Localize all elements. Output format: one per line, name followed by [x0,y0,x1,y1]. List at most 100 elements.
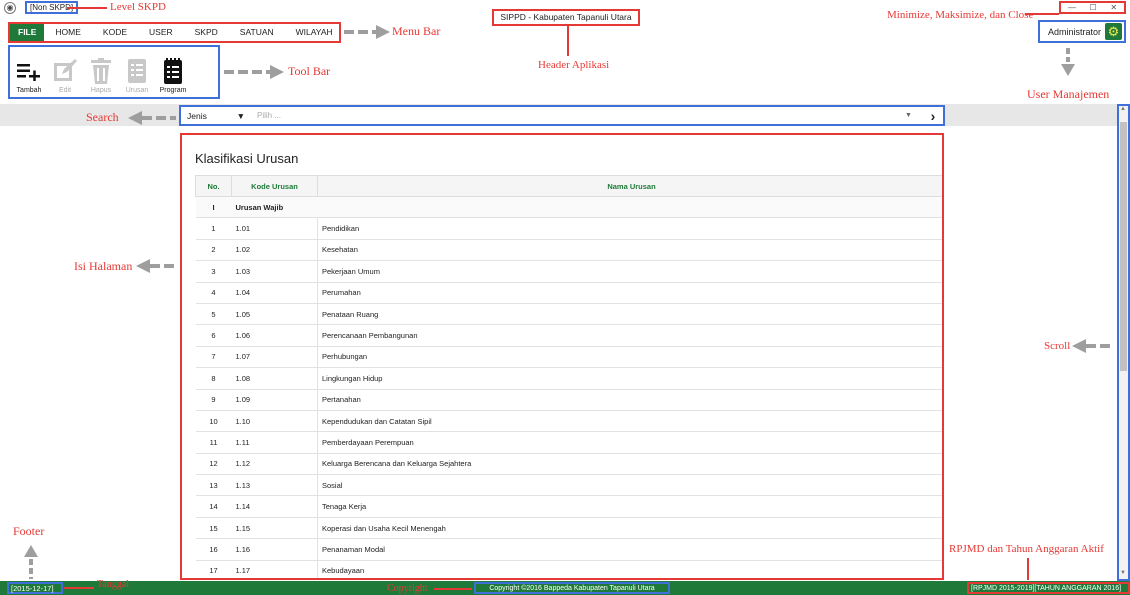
cell-kode: 1.06 [231,324,318,347]
cell-nama: Pertanahan [317,388,942,411]
menu-file[interactable]: FILE [10,24,45,41]
level-annotation-arrow [67,7,107,9]
cell-no: 1 [195,217,232,240]
close-button[interactable]: ✕ [1110,3,1117,12]
table-row[interactable]: 4 1.04 Perumahan [195,281,942,304]
trash-icon [88,58,114,84]
cell-no: 11 [195,431,232,454]
cell-no: 9 [195,388,232,411]
menu-skpd[interactable]: SKPD [184,24,229,41]
menu-annotation-arrowhead [376,25,390,39]
table-row[interactable]: 14 1.14 Tenaga Kerja [195,495,942,518]
footer-annotation: Footer [13,524,45,538]
chevron-down-icon: ▼ [236,110,245,121]
user-menu[interactable]: Administrator ⚙ [1038,20,1126,43]
cell-nama: Tenaga Kerja [317,495,942,518]
cell-kode: 1.15 [231,516,318,540]
column-header-no[interactable]: No. [195,175,232,197]
edit-icon [52,58,78,84]
cell-kode: 1.10 [231,409,318,433]
urusan-button[interactable]: Urusan [122,58,152,94]
cell-kode: 1.12 [231,452,318,476]
cell-no: 7 [195,345,232,369]
table-row[interactable]: 2 1.02 Kesehatan [195,238,942,262]
table-row[interactable]: 13 1.13 Sosial [195,474,942,497]
toolbar: Tambah Edit Hapus Urusan Program [8,45,220,99]
minimize-button[interactable]: — [1068,3,1076,12]
scroll-down-icon[interactable]: ▼ [1120,570,1126,576]
table-row[interactable]: 15 1.15 Koperasi dan Usaha Kecil Menengah [195,516,942,540]
search-annotation-arrow [142,116,176,120]
window-controls-annotation-arrow [1025,13,1059,15]
gear-icon[interactable]: ⚙ [1105,23,1122,40]
cell-nama: Keluarga Berencana dan Keluarga Sejahter… [317,452,942,476]
menu-kode[interactable]: KODE [92,24,138,41]
copyright-annotation-arrow [434,588,472,590]
scroll-annotation-arrow [1086,344,1114,348]
search-type-select[interactable]: Jenis ▼ [181,111,251,121]
user-annotation: User Manajemen [1027,87,1110,101]
cell-no: 6 [195,324,232,347]
cell-kode: 1.09 [231,388,318,411]
tambah-label: Tambah [16,87,42,94]
cell-nama: Koperasi dan Usaha Kecil Menengah [317,516,942,540]
table-row[interactable]: 10 1.10 Kependudukan dan Catatan Sipil [195,409,942,433]
search-annotation-arrowhead [128,111,142,125]
notebook-icon [160,58,186,84]
program-label: Program [159,87,187,94]
cell-nama: Perhubungan [317,345,942,369]
menu-wilayah[interactable]: WILAYAH [285,24,344,41]
table-row[interactable]: 12 1.12 Keluarga Berencana dan Keluarga Se… [195,452,942,476]
program-button[interactable]: Program [158,58,188,94]
cell-kode: 1.16 [231,538,318,561]
search-input[interactable]: Pilih ... [251,111,905,120]
cell-no: 5 [195,302,232,326]
hapus-button[interactable]: Hapus [86,58,116,94]
search-bar: Jenis ▼ Pilih ... ▼ › [179,105,945,126]
app-logo-icon: ◉ [4,2,16,14]
table-row[interactable]: 9 1.09 Pertanahan [195,388,942,411]
menu-satuan[interactable]: SATUAN [229,24,285,41]
cell-kode: 1.13 [231,474,318,497]
table-row[interactable]: 16 1.16 Penanaman Modal [195,538,942,561]
table-row[interactable]: 11 1.11 Pemberdayaan Perempuan [195,431,942,454]
search-annotation: Search [86,110,119,124]
table-row[interactable]: 6 1.06 Perencanaan Pembangunan [195,324,942,347]
column-header-kode[interactable]: Kode Urusan [231,175,318,197]
table-row[interactable]: 5 1.05 Penataan Ruang [195,302,942,326]
scroll-up-icon[interactable]: ▲ [1120,106,1126,112]
tambah-button[interactable]: Tambah [14,58,44,94]
copyright-label: Copyright ©2016 Bappeda Kabupaten Tapanu… [474,582,670,594]
menu-user[interactable]: USER [138,24,184,41]
table-row[interactable]: 3 1.03 Pekerjaan Umum [195,260,942,283]
cell-nama: Pekerjaan Umum [317,260,942,283]
scroll-thumb[interactable] [1120,122,1127,371]
table-row[interactable]: 7 1.07 Perhubungan [195,345,942,369]
content-panel: Klasifikasi Urusan No. Kode Urusan Nama … [180,133,944,580]
edit-button[interactable]: Edit [50,58,80,94]
table-row[interactable]: 8 1.08 Lingkungan Hidup [195,367,942,390]
group-no: I [195,195,232,219]
menu-annotation-arrow [344,30,376,34]
cell-no: 17 [195,559,232,578]
table-row[interactable]: 1 1.01 Pendidikan [195,217,942,240]
column-header-nama[interactable]: Nama Urusan [317,175,942,197]
content-annotation: Isi Halaman [74,259,133,273]
cell-nama: Penanaman Modal [317,538,942,561]
group-row[interactable]: I Urusan Wajib [195,195,942,219]
app-header-title: SIPPD - Kabupaten Tapanuli Utara [492,9,640,26]
header-annotation-arrow [567,26,569,56]
menu-home[interactable]: HOME [44,24,92,41]
cell-nama: Perumahan [317,281,942,304]
cell-kode: 1.02 [231,238,318,262]
urusan-table: No. Kode Urusan Nama Urusan I Urusan Waj… [195,175,942,578]
cell-no: 13 [195,474,232,497]
dropdown-caret-icon[interactable]: ▼ [905,112,923,119]
table-row[interactable]: 17 1.17 Kebudayaan [195,559,942,578]
maximize-button[interactable]: ☐ [1090,3,1097,12]
scroll-annotation: Scroll [1044,340,1071,352]
search-go-button[interactable]: › [923,108,943,124]
hapus-label: Hapus [90,87,112,94]
cell-kode: 1.05 [231,302,318,326]
menu-bar: FILE HOME KODE USER SKPD SATUAN WILAYAH [8,22,341,43]
